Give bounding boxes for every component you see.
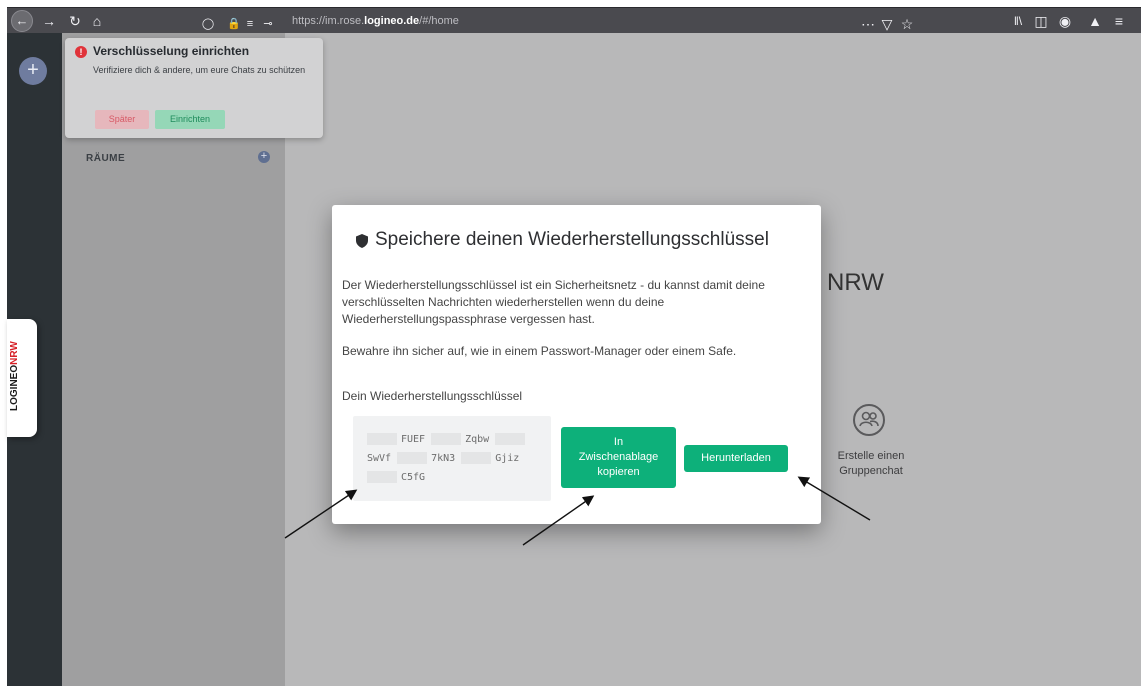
- group-chat-icon[interactable]: [853, 404, 885, 436]
- extensions-icon[interactable]: ▲: [1087, 11, 1103, 31]
- recovery-key-dialog: Speichere deinen Wiederherstellungsschlü…: [332, 205, 821, 524]
- account-icon[interactable]: ◉: [1057, 11, 1073, 31]
- copy-label-line: kopieren: [597, 466, 640, 478]
- download-button[interactable]: Herunterladen: [684, 445, 788, 472]
- lock-icon[interactable]: 🔒: [227, 14, 241, 34]
- recovery-key-box[interactable]: FUEF Zqbw SwVf 7kN3 Gjiz C5fG: [353, 416, 551, 501]
- key-part: C5fG: [401, 472, 426, 483]
- recovery-key-label: Dein Wiederherstellungsschlüssel: [342, 389, 523, 403]
- warning-icon: !: [75, 46, 87, 58]
- logineo-logo: LOGINEONRW: [9, 341, 20, 411]
- library-icon[interactable]: ‖\: [1009, 11, 1027, 31]
- app-area: + RÄUME + LOGINEONRW ! Verschlüsselung e…: [7, 33, 1141, 686]
- hidden-key-part: [397, 452, 428, 464]
- encryption-toast: ! Verschlüsselung einrichten Verifiziere…: [65, 38, 323, 138]
- copy-to-clipboard-button[interactable]: In Zwischenablage kopieren: [561, 427, 676, 488]
- reload-icon[interactable]: ↻: [67, 11, 83, 31]
- pocket-icon[interactable]: ▽: [879, 14, 895, 34]
- later-button[interactable]: Später: [95, 110, 149, 129]
- setup-button[interactable]: Einrichten: [155, 110, 225, 129]
- sidebar-icon[interactable]: ◫: [1033, 11, 1049, 31]
- url-bar[interactable]: ◯ 🔒 ≡ ⊸ https://im.rose.logineo.de/#/hom…: [187, 11, 927, 34]
- forward-icon[interactable]: →: [41, 11, 57, 31]
- create-space-button[interactable]: +: [19, 57, 47, 85]
- toast-title: Verschlüsselung einrichten: [93, 44, 250, 58]
- home-icon[interactable]: ⌂: [89, 11, 105, 31]
- key-part: Zqbw: [465, 434, 490, 445]
- tracking-shield-icon[interactable]: ◯: [201, 14, 215, 34]
- browser-toolbar: ← → ↻ ⌂ ◯ 🔒 ≡ ⊸ https://im.rose.logineo.…: [7, 7, 1141, 33]
- key-icon[interactable]: ⊸: [259, 14, 277, 34]
- key-row: FUEF Zqbw: [367, 433, 529, 445]
- copy-label-line: In: [613, 436, 624, 448]
- key-row: SwVf 7kN3 Gjiz: [367, 452, 525, 464]
- hidden-key-part: [367, 471, 397, 483]
- add-room-icon[interactable]: +: [258, 151, 270, 163]
- people-icon: [859, 411, 879, 427]
- key-part: Gjiz: [495, 453, 520, 464]
- copy-label-line: Zwischenablage: [578, 451, 659, 463]
- screenshot-frame: ← → ↻ ⌂ ◯ 🔒 ≡ ⊸ https://im.rose.logineo.…: [0, 0, 1141, 686]
- key-part: SwVf: [367, 453, 392, 464]
- dialog-description: Der Wiederherstellungsschlüssel ist ein …: [342, 278, 765, 326]
- rooms-heading: RÄUME: [86, 153, 126, 164]
- dialog-title: Speichere deinen Wiederherstellungsschlü…: [375, 229, 769, 250]
- back-icon[interactable]: ←: [11, 10, 33, 32]
- logineo-side-tab[interactable]: LOGINEONRW: [7, 319, 37, 437]
- key-row: C5fG: [367, 471, 431, 483]
- star-icon[interactable]: ☆: [899, 14, 915, 34]
- hidden-key-part: [461, 452, 492, 464]
- url-text[interactable]: https://im.rose.logineo.de/#/home: [292, 11, 459, 31]
- create-group-label[interactable]: Erstelle einen Gruppenchat: [821, 449, 921, 479]
- shield-icon: [356, 234, 368, 248]
- toast-body: Verifiziere dich & andere, um eure Chats…: [93, 65, 306, 75]
- key-part: FUEF: [401, 434, 426, 445]
- hidden-key-part: [431, 433, 462, 445]
- permissions-icon[interactable]: ≡: [243, 14, 257, 34]
- key-part: 7kN3: [431, 453, 456, 464]
- dialog-advice: Bewahre ihn sicher auf, wie in einem Pas…: [342, 344, 737, 358]
- more-icon[interactable]: ⋯: [859, 14, 877, 34]
- menu-icon[interactable]: ≡: [1111, 11, 1127, 31]
- hidden-key-part: [367, 433, 397, 445]
- hidden-key-part: [495, 433, 526, 445]
